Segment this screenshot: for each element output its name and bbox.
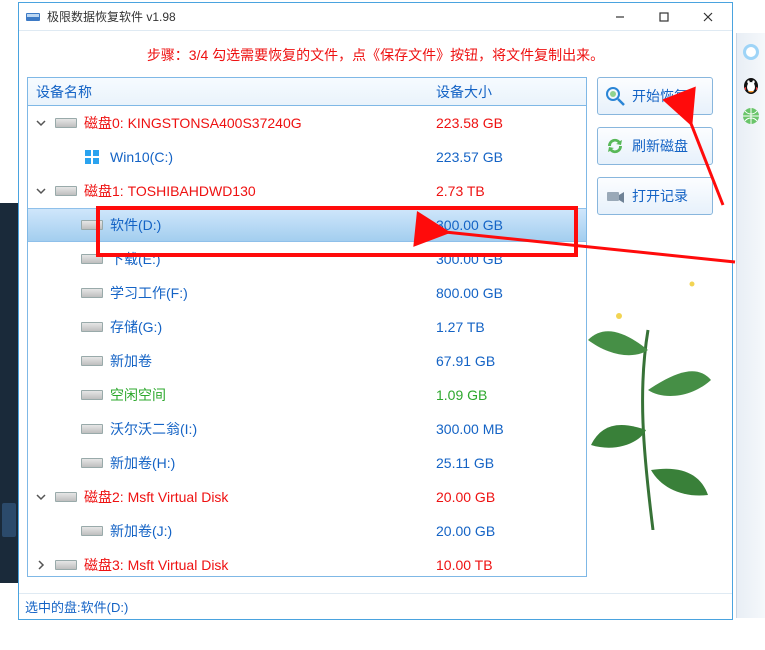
disk-row[interactable]: 磁盘0: KINGSTONSA400S37240G223.58 GB [28,106,586,140]
row-size: 1.09 GB [436,387,586,403]
windows-logo-icon [80,149,104,165]
row-label: 磁盘3: Msft Virtual Disk [78,555,436,575]
open-log-button[interactable]: 打开记录 [597,177,713,215]
row-label: 存储(G:) [104,317,436,337]
volume-row[interactable]: 新加卷(J:)20.00 GB [28,514,586,548]
row-label: 新加卷(H:) [104,453,436,473]
device-list-panel: 设备名称 设备大小 磁盘0: KINGSTONSA400S37240G223.5… [27,77,587,577]
status-bar: 选中的盘: 软件(D:) [19,593,732,619]
disk-row[interactable]: 磁盘3: Msft Virtual Disk10.00 TB [28,548,586,576]
row-size: 67.91 GB [436,353,586,369]
device-list-header: 设备名称 设备大小 [28,78,586,106]
disk-icon [54,186,78,196]
disk-row[interactable]: 磁盘1: TOSHIBAHDWD1302.73 TB [28,174,586,208]
minimize-button[interactable] [598,4,642,30]
row-label: 新加卷 [104,351,436,371]
volume-row[interactable]: 学习工作(F:)800.00 GB [28,276,586,310]
row-size: 10.00 TB [436,557,586,573]
row-size: 800.00 GB [436,285,586,301]
volume-row[interactable]: 沃尔沃二翁(I:)300.00 MB [28,412,586,446]
button-label: 打开记录 [632,186,688,206]
expander-icon[interactable] [28,118,54,128]
disk-icon [80,220,104,230]
magnifier-icon [604,85,626,107]
disk-icon [80,288,104,298]
volume-row[interactable]: 新加卷67.91 GB [28,344,586,378]
action-buttons: 开始恢复 刷新磁盘 打开记录 [597,77,713,577]
maximize-button[interactable] [642,4,686,30]
volume-row[interactable]: 软件(D:)300.00 GB [28,208,586,242]
row-label: 学习工作(F:) [104,283,436,303]
disk-icon [80,254,104,264]
row-label: 磁盘2: Msft Virtual Disk [78,487,436,507]
disk-icon [80,424,104,434]
volume-row[interactable]: 新加卷(H:)25.11 GB [28,446,586,480]
status-selected-disk: 软件(D:) [81,597,129,616]
close-button[interactable] [686,4,730,30]
volume-row[interactable]: 下载(E:)300.00 GB [28,242,586,276]
row-label: 磁盘1: TOSHIBAHDWD130 [78,181,436,201]
disk-icon [80,390,104,400]
refresh-icon [604,135,626,157]
globe-icon[interactable] [740,105,762,127]
row-size: 300.00 GB [436,217,586,233]
row-label: 下载(E:) [104,249,436,269]
button-label: 刷新磁盘 [632,136,688,156]
button-label: 开始恢复 [632,86,688,106]
window-title: 极限数据恢复软件 v1.98 [47,8,176,25]
row-size: 20.00 GB [436,489,586,505]
expander-icon[interactable] [28,492,54,502]
volume-row[interactable]: Win10(C:)223.57 GB [28,140,586,174]
row-size: 300.00 GB [436,251,586,267]
disk-icon [80,356,104,366]
row-size: 20.00 GB [436,523,586,539]
row-size: 2.73 TB [436,183,586,199]
camera-icon [604,185,626,207]
row-label: Win10(C:) [104,149,436,165]
refresh-disks-button[interactable]: 刷新磁盘 [597,127,713,165]
disk-icon [54,560,78,570]
start-recovery-button[interactable]: 开始恢复 [597,77,713,115]
row-label: 沃尔沃二翁(I:) [104,419,436,439]
column-device-name[interactable]: 设备名称 [28,82,436,102]
volume-row[interactable]: 空闲空间1.09 GB [28,378,586,412]
disk-row[interactable]: 磁盘2: Msft Virtual Disk20.00 GB [28,480,586,514]
app-window: 极限数据恢复软件 v1.98 步骤：3/4 勾选需要恢复的文件，点《保存文件》按… [18,2,733,620]
row-label: 磁盘0: KINGSTONSA400S37240G [78,113,436,133]
step-instruction: 步骤：3/4 勾选需要恢复的文件，点《保存文件》按钮，将文件复制出来。 [19,31,732,77]
titlebar: 极限数据恢复软件 v1.98 [19,3,732,31]
row-size: 25.11 GB [436,455,586,471]
expander-icon[interactable] [28,560,54,570]
row-size: 300.00 MB [436,421,586,437]
row-label: 空闲空间 [104,385,436,405]
disk-icon [80,458,104,468]
disk-icon [54,118,78,128]
weather-icon[interactable] [740,41,762,63]
device-list-body: 磁盘0: KINGSTONSA400S37240G223.58 GBWin10(… [28,106,586,576]
row-label: 软件(D:) [104,215,436,235]
volume-row[interactable]: 存储(G:)1.27 TB [28,310,586,344]
background-window-peek [0,203,18,583]
system-tray-strip [736,33,765,618]
column-device-size[interactable]: 设备大小 [436,82,586,102]
qq-penguin-icon[interactable] [740,73,762,95]
disk-icon [80,526,104,536]
row-size: 223.58 GB [436,115,586,131]
disk-icon [54,492,78,502]
row-size: 223.57 GB [436,149,586,165]
status-prefix: 选中的盘: [25,597,81,616]
app-icon [25,9,41,25]
disk-icon [80,322,104,332]
row-size: 1.27 TB [436,319,586,335]
row-label: 新加卷(J:) [104,521,436,541]
expander-icon[interactable] [28,186,54,196]
